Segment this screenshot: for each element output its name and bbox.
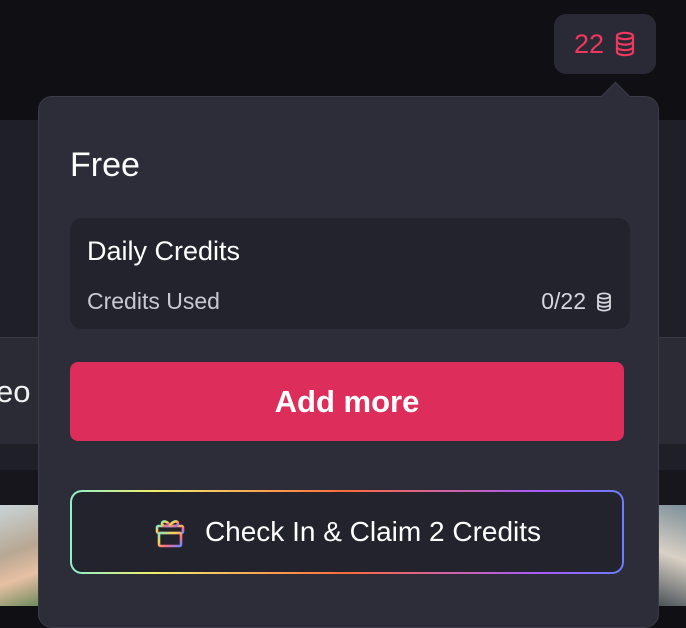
gift-icon	[155, 520, 185, 548]
credits-used-label: Credits Used	[87, 288, 220, 314]
credits-used-value-group: 0/22	[541, 288, 612, 315]
daily-credits-title: Daily Credits	[87, 236, 241, 266]
coins-stack-icon	[615, 31, 635, 57]
check-in-label: Check In & Claim 2 Credits	[204, 516, 542, 547]
plan-name: Free	[70, 146, 140, 184]
coins-stack-icon	[597, 292, 611, 312]
daily-credits-card: Daily Credits Credits Used 0/22	[70, 218, 630, 329]
check-in-button-inner: Check In & Claim 2 Credits	[72, 492, 622, 572]
gallery-thumbnail[interactable]	[0, 505, 40, 606]
gallery-thumbnail[interactable]	[656, 505, 686, 606]
credit-balance-value: 22	[573, 28, 605, 59]
credits-used-value: 0/22	[541, 288, 586, 314]
credit-balance-button[interactable]: 22	[554, 14, 656, 74]
add-more-button[interactable]: Add more	[70, 362, 624, 441]
check-in-button[interactable]: Check In & Claim 2 Credits	[70, 490, 624, 574]
